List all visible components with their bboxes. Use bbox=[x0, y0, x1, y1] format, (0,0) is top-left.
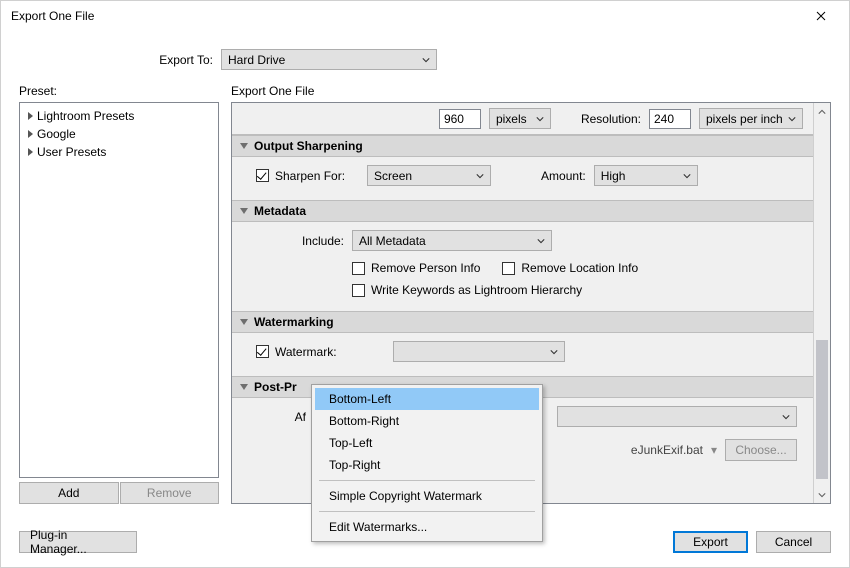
group-header-label: Metadata bbox=[254, 204, 306, 218]
write-keywords-label: Write Keywords as Lightroom Hierarchy bbox=[371, 283, 582, 297]
chevron-down-icon bbox=[788, 112, 796, 126]
separator bbox=[319, 480, 535, 481]
application-path: eJunkExif.bat bbox=[631, 443, 703, 457]
chevron-down-icon bbox=[240, 319, 248, 325]
write-keywords-checkbox[interactable]: Write Keywords as Lightroom Hierarchy bbox=[352, 283, 582, 297]
watermark-option-bottom-left[interactable]: Bottom-Left bbox=[315, 388, 539, 410]
export-pane-label: Export One File bbox=[231, 84, 831, 98]
export-to-label: Export To: bbox=[1, 53, 221, 67]
scroll-down-button[interactable] bbox=[814, 486, 830, 503]
resolution-unit-select[interactable]: pixels per inch bbox=[699, 108, 803, 129]
chevron-down-icon bbox=[550, 345, 558, 359]
after-export-label: Af bbox=[256, 410, 306, 424]
resolution-unit-value: pixels per inch bbox=[706, 112, 783, 126]
cancel-button[interactable]: Cancel bbox=[756, 531, 831, 553]
chevron-down-icon bbox=[683, 169, 691, 183]
scrollbar-track[interactable] bbox=[814, 120, 830, 486]
chevron-right-icon bbox=[28, 112, 33, 120]
group-metadata[interactable]: Metadata bbox=[232, 200, 813, 222]
amount-label: Amount: bbox=[541, 169, 586, 183]
preset-item-label: Lightroom Presets bbox=[37, 109, 134, 123]
watermark-checkbox[interactable]: Watermark: bbox=[256, 345, 337, 359]
remove-location-label: Remove Location Info bbox=[521, 261, 638, 275]
watermark-label: Watermark: bbox=[275, 345, 337, 359]
include-value: All Metadata bbox=[359, 234, 426, 248]
dimension-unit-value: pixels bbox=[496, 112, 527, 126]
watermark-option-simple[interactable]: Simple Copyright Watermark bbox=[315, 485, 539, 507]
export-button[interactable]: Export bbox=[673, 531, 748, 553]
chevron-right-icon bbox=[28, 148, 33, 156]
dimension-input[interactable] bbox=[439, 109, 481, 129]
chevron-right-icon bbox=[28, 130, 33, 138]
chevron-down-icon bbox=[818, 491, 826, 499]
vertical-scrollbar[interactable] bbox=[813, 103, 830, 503]
chevron-down-icon bbox=[476, 169, 484, 183]
remove-person-label: Remove Person Info bbox=[371, 261, 480, 275]
amount-select[interactable]: High bbox=[594, 165, 698, 186]
add-preset-button[interactable]: Add bbox=[19, 482, 119, 504]
chevron-down-icon bbox=[536, 112, 544, 126]
plugin-manager-button[interactable]: Plug-in Manager... bbox=[19, 531, 137, 553]
sharpen-for-select[interactable]: Screen bbox=[367, 165, 491, 186]
resolution-label: Resolution: bbox=[581, 112, 641, 126]
chevron-down-icon bbox=[240, 143, 248, 149]
chevron-down-icon bbox=[782, 410, 790, 424]
sharpen-for-value: Screen bbox=[374, 169, 412, 183]
preset-list[interactable]: Lightroom Presets Google User Presets bbox=[19, 102, 219, 478]
remove-person-info-checkbox[interactable]: Remove Person Info bbox=[352, 261, 480, 275]
chevron-down-icon bbox=[422, 53, 430, 67]
include-label: Include: bbox=[256, 234, 344, 248]
resolution-input[interactable] bbox=[649, 109, 691, 129]
chevron-down-icon bbox=[240, 384, 248, 390]
export-to-value: Hard Drive bbox=[228, 53, 285, 67]
watermark-option-bottom-right[interactable]: Bottom-Right bbox=[315, 410, 539, 432]
watermark-option-top-left[interactable]: Top-Left bbox=[315, 432, 539, 454]
watermark-option-top-right[interactable]: Top-Right bbox=[315, 454, 539, 476]
checkbox-icon bbox=[502, 262, 515, 275]
after-export-select[interactable] bbox=[557, 406, 797, 427]
chevron-down-icon bbox=[537, 234, 545, 248]
group-output-sharpening[interactable]: Output Sharpening bbox=[232, 135, 813, 157]
watermark-dropdown[interactable]: Bottom-Left Bottom-Right Top-Left Top-Ri… bbox=[311, 384, 543, 542]
checkbox-icon bbox=[256, 169, 269, 182]
preset-item[interactable]: User Presets bbox=[24, 143, 214, 161]
amount-value: High bbox=[601, 169, 626, 183]
close-button[interactable] bbox=[801, 2, 841, 30]
dimension-unit-select[interactable]: pixels bbox=[489, 108, 551, 129]
export-to-select[interactable]: Hard Drive bbox=[221, 49, 437, 70]
checkbox-icon bbox=[256, 345, 269, 358]
choose-button[interactable]: Choose... bbox=[725, 439, 797, 461]
checkbox-icon bbox=[352, 262, 365, 275]
checkbox-icon bbox=[352, 284, 365, 297]
sharpen-for-label: Sharpen For: bbox=[275, 169, 345, 183]
chevron-up-icon bbox=[818, 108, 826, 116]
preset-item[interactable]: Lightroom Presets bbox=[24, 107, 214, 125]
preset-item-label: User Presets bbox=[37, 145, 106, 159]
group-header-label: Output Sharpening bbox=[254, 139, 363, 153]
separator bbox=[319, 511, 535, 512]
chevron-down-icon: ▾ bbox=[711, 443, 717, 457]
scroll-up-button[interactable] bbox=[814, 103, 830, 120]
watermark-select[interactable] bbox=[393, 341, 565, 362]
group-header-label: Watermarking bbox=[254, 315, 334, 329]
preset-label: Preset: bbox=[19, 84, 219, 98]
window-title: Export One File bbox=[11, 9, 801, 23]
watermark-option-edit[interactable]: Edit Watermarks... bbox=[315, 516, 539, 538]
group-header-label: Post-Pr bbox=[254, 380, 297, 394]
close-icon bbox=[816, 11, 826, 21]
include-select[interactable]: All Metadata bbox=[352, 230, 552, 251]
image-sizing-row: pixels Resolution: pixels per inch bbox=[232, 103, 813, 135]
scrollbar-thumb[interactable] bbox=[816, 340, 828, 479]
sharpen-for-checkbox[interactable]: Sharpen For: bbox=[256, 169, 345, 183]
preset-item-label: Google bbox=[37, 127, 76, 141]
remove-preset-button[interactable]: Remove bbox=[120, 482, 220, 504]
preset-item[interactable]: Google bbox=[24, 125, 214, 143]
remove-location-info-checkbox[interactable]: Remove Location Info bbox=[502, 261, 638, 275]
group-watermarking[interactable]: Watermarking bbox=[232, 311, 813, 333]
chevron-down-icon bbox=[240, 208, 248, 214]
